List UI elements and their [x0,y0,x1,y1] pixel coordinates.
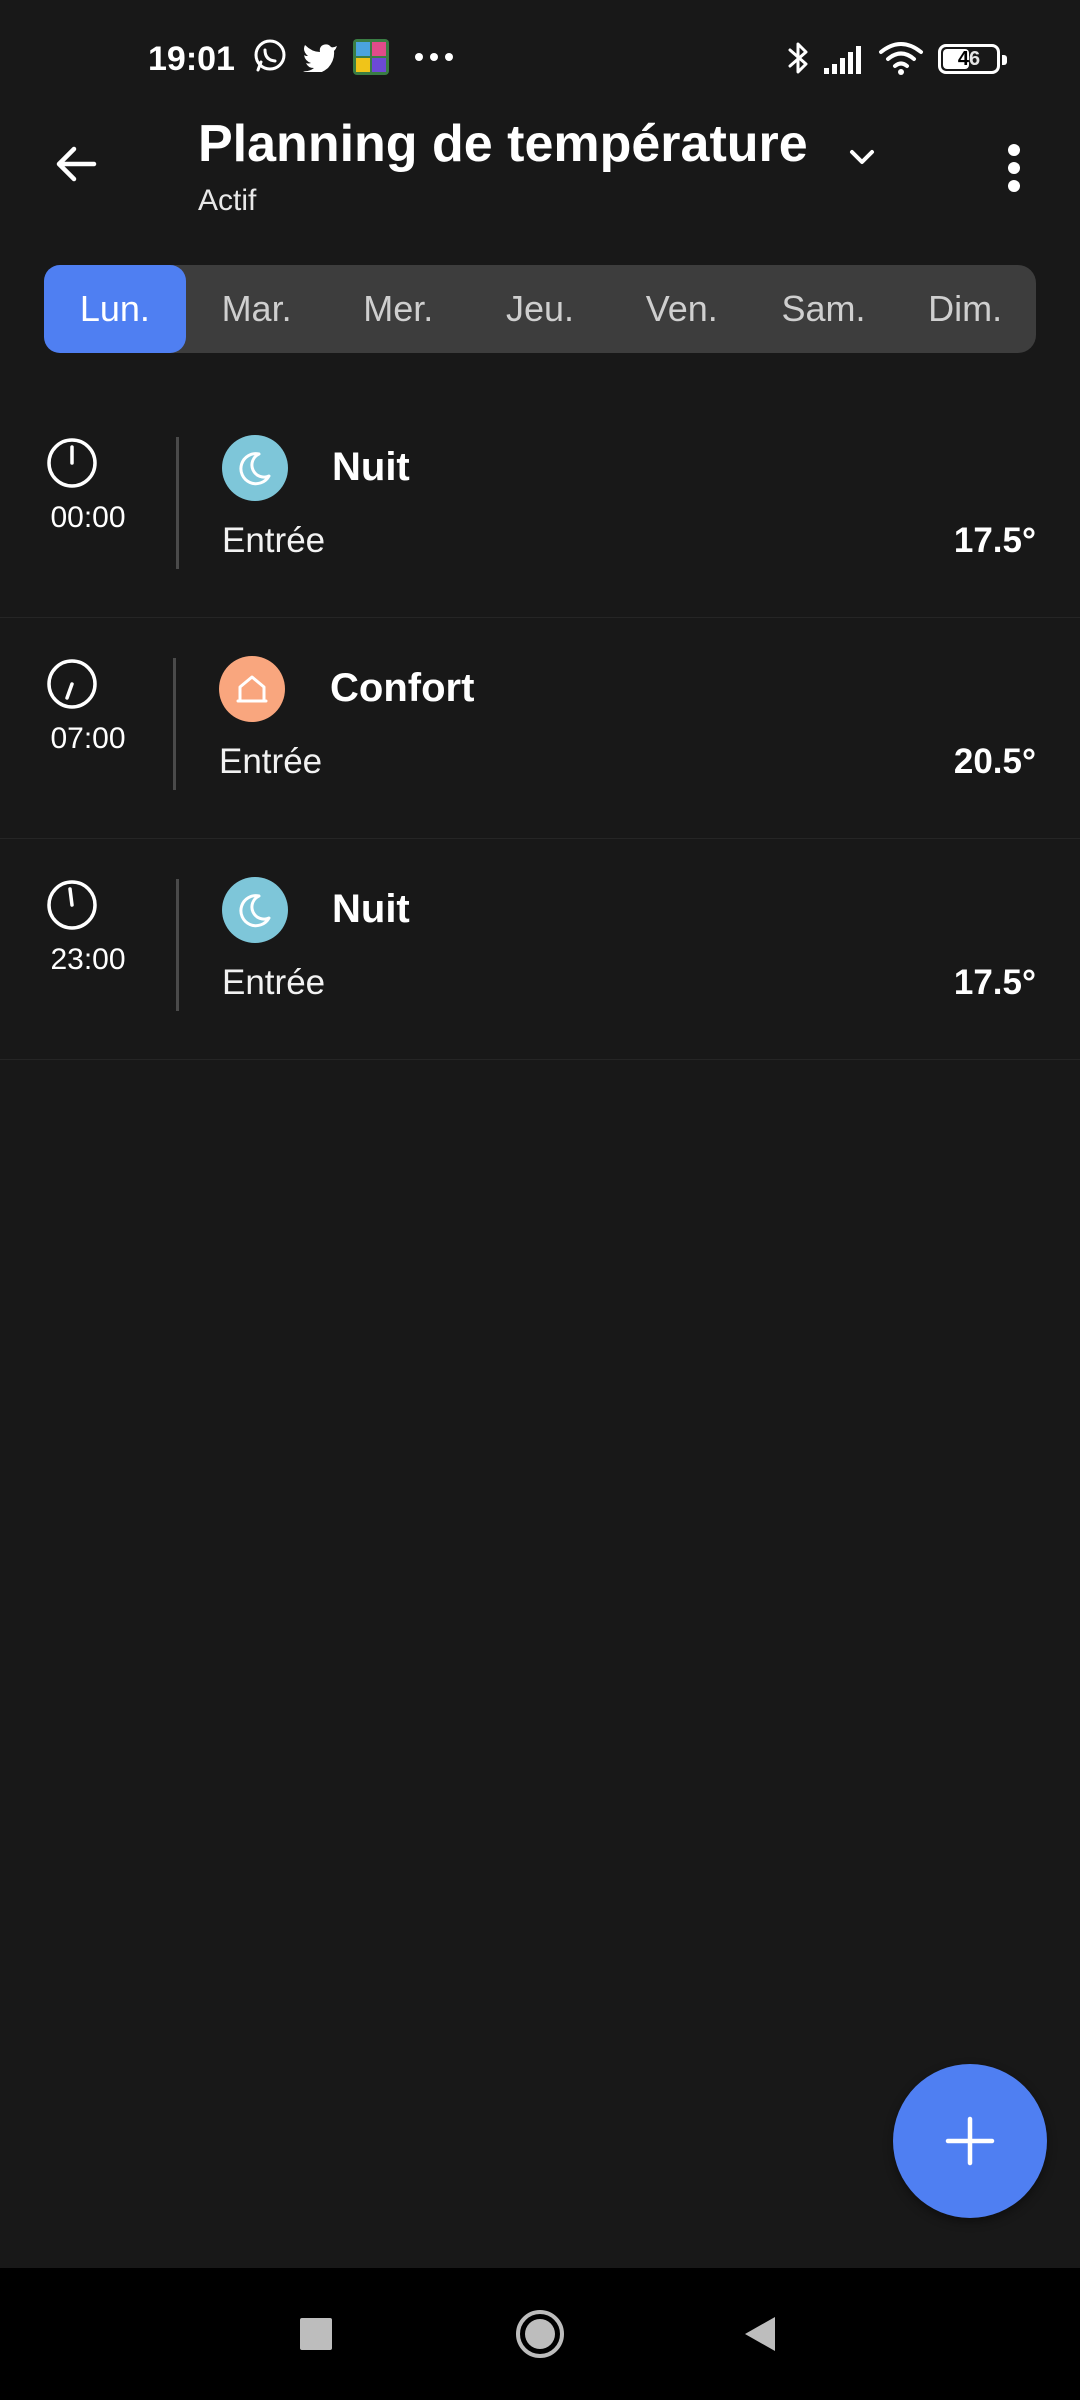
day-tabs: Lun. Mar. Mer. Jeu. Ven. Sam. Dim. [44,265,1036,353]
row-divider [173,658,176,790]
system-nav-bar [0,2268,1080,2400]
temperature-value: 20.5° [953,742,1036,781]
row-time: 00:00 [50,501,126,534]
row-divider [176,879,179,1011]
tab-friday[interactable]: Ven. [611,265,753,353]
tab-wednesday[interactable]: Mer. [327,265,469,353]
app-icon [353,39,389,75]
bluetooth-icon [788,42,808,74]
recents-button[interactable] [280,2298,352,2370]
back-triangle-icon [745,2317,775,2351]
more-vertical-icon [1008,144,1020,192]
signal-icon [824,46,861,74]
screen: 19:01 46 Planning de température Actif L… [0,0,1080,2400]
clock-icon [47,880,97,930]
tab-monday[interactable]: Lun. [44,265,186,353]
back-nav-button[interactable] [724,2298,796,2370]
back-button[interactable] [44,132,108,196]
home-circle-icon [516,2310,564,2358]
mode-name: Confort [330,666,475,710]
tab-tuesday[interactable]: Mar. [186,265,328,353]
temperature-value: 17.5° [953,963,1036,1002]
schedule-row[interactable]: 07:00 Confort Entrée 20.5° [0,618,1080,839]
row-time: 07:00 [50,722,126,755]
twitter-icon [303,44,337,72]
recents-square-icon [300,2318,332,2350]
moon-icon [239,894,271,928]
schedule-row[interactable]: 00:00 Nuit Entrée 17.5° [0,397,1080,618]
zone-name: Entrée [219,742,323,781]
zone-name: Entrée [222,521,326,560]
row-divider [176,437,179,569]
clock-icon [47,659,97,709]
mode-name: Nuit [332,887,410,931]
mode-name: Nuit [332,445,410,489]
clock-icon [47,438,97,488]
whatsapp-icon [254,39,286,72]
status-time: 19:01 [148,40,235,78]
chevron-down-icon[interactable] [842,138,882,178]
plus-icon [945,2116,995,2166]
battery-level: 46 [957,48,981,70]
moon-icon [239,452,271,486]
home-icon [236,675,268,703]
zone-name: Entrée [222,963,326,1002]
tab-thursday[interactable]: Jeu. [469,265,611,353]
page-title[interactable]: Planning de température [198,114,808,174]
mode-badge [219,656,285,722]
schedule-row[interactable]: 23:00 Nuit Entrée 17.5° [0,839,1080,1060]
back-arrow-icon [56,146,97,182]
mode-badge [222,435,288,501]
more-options-button[interactable] [990,136,1038,200]
battery-icon: 46 [938,44,1007,74]
tab-saturday[interactable]: Sam. [753,265,895,353]
schedule-status: Actif [198,184,257,217]
row-time: 23:00 [50,943,126,976]
add-schedule-button[interactable] [893,2064,1047,2218]
status-bar: 19:01 46 [0,0,1080,120]
home-button[interactable] [504,2298,576,2370]
tab-sunday[interactable]: Dim. [894,265,1036,353]
mode-badge [222,877,288,943]
wifi-icon [879,42,923,75]
temperature-value: 17.5° [953,521,1036,560]
more-dots-icon [415,53,453,61]
